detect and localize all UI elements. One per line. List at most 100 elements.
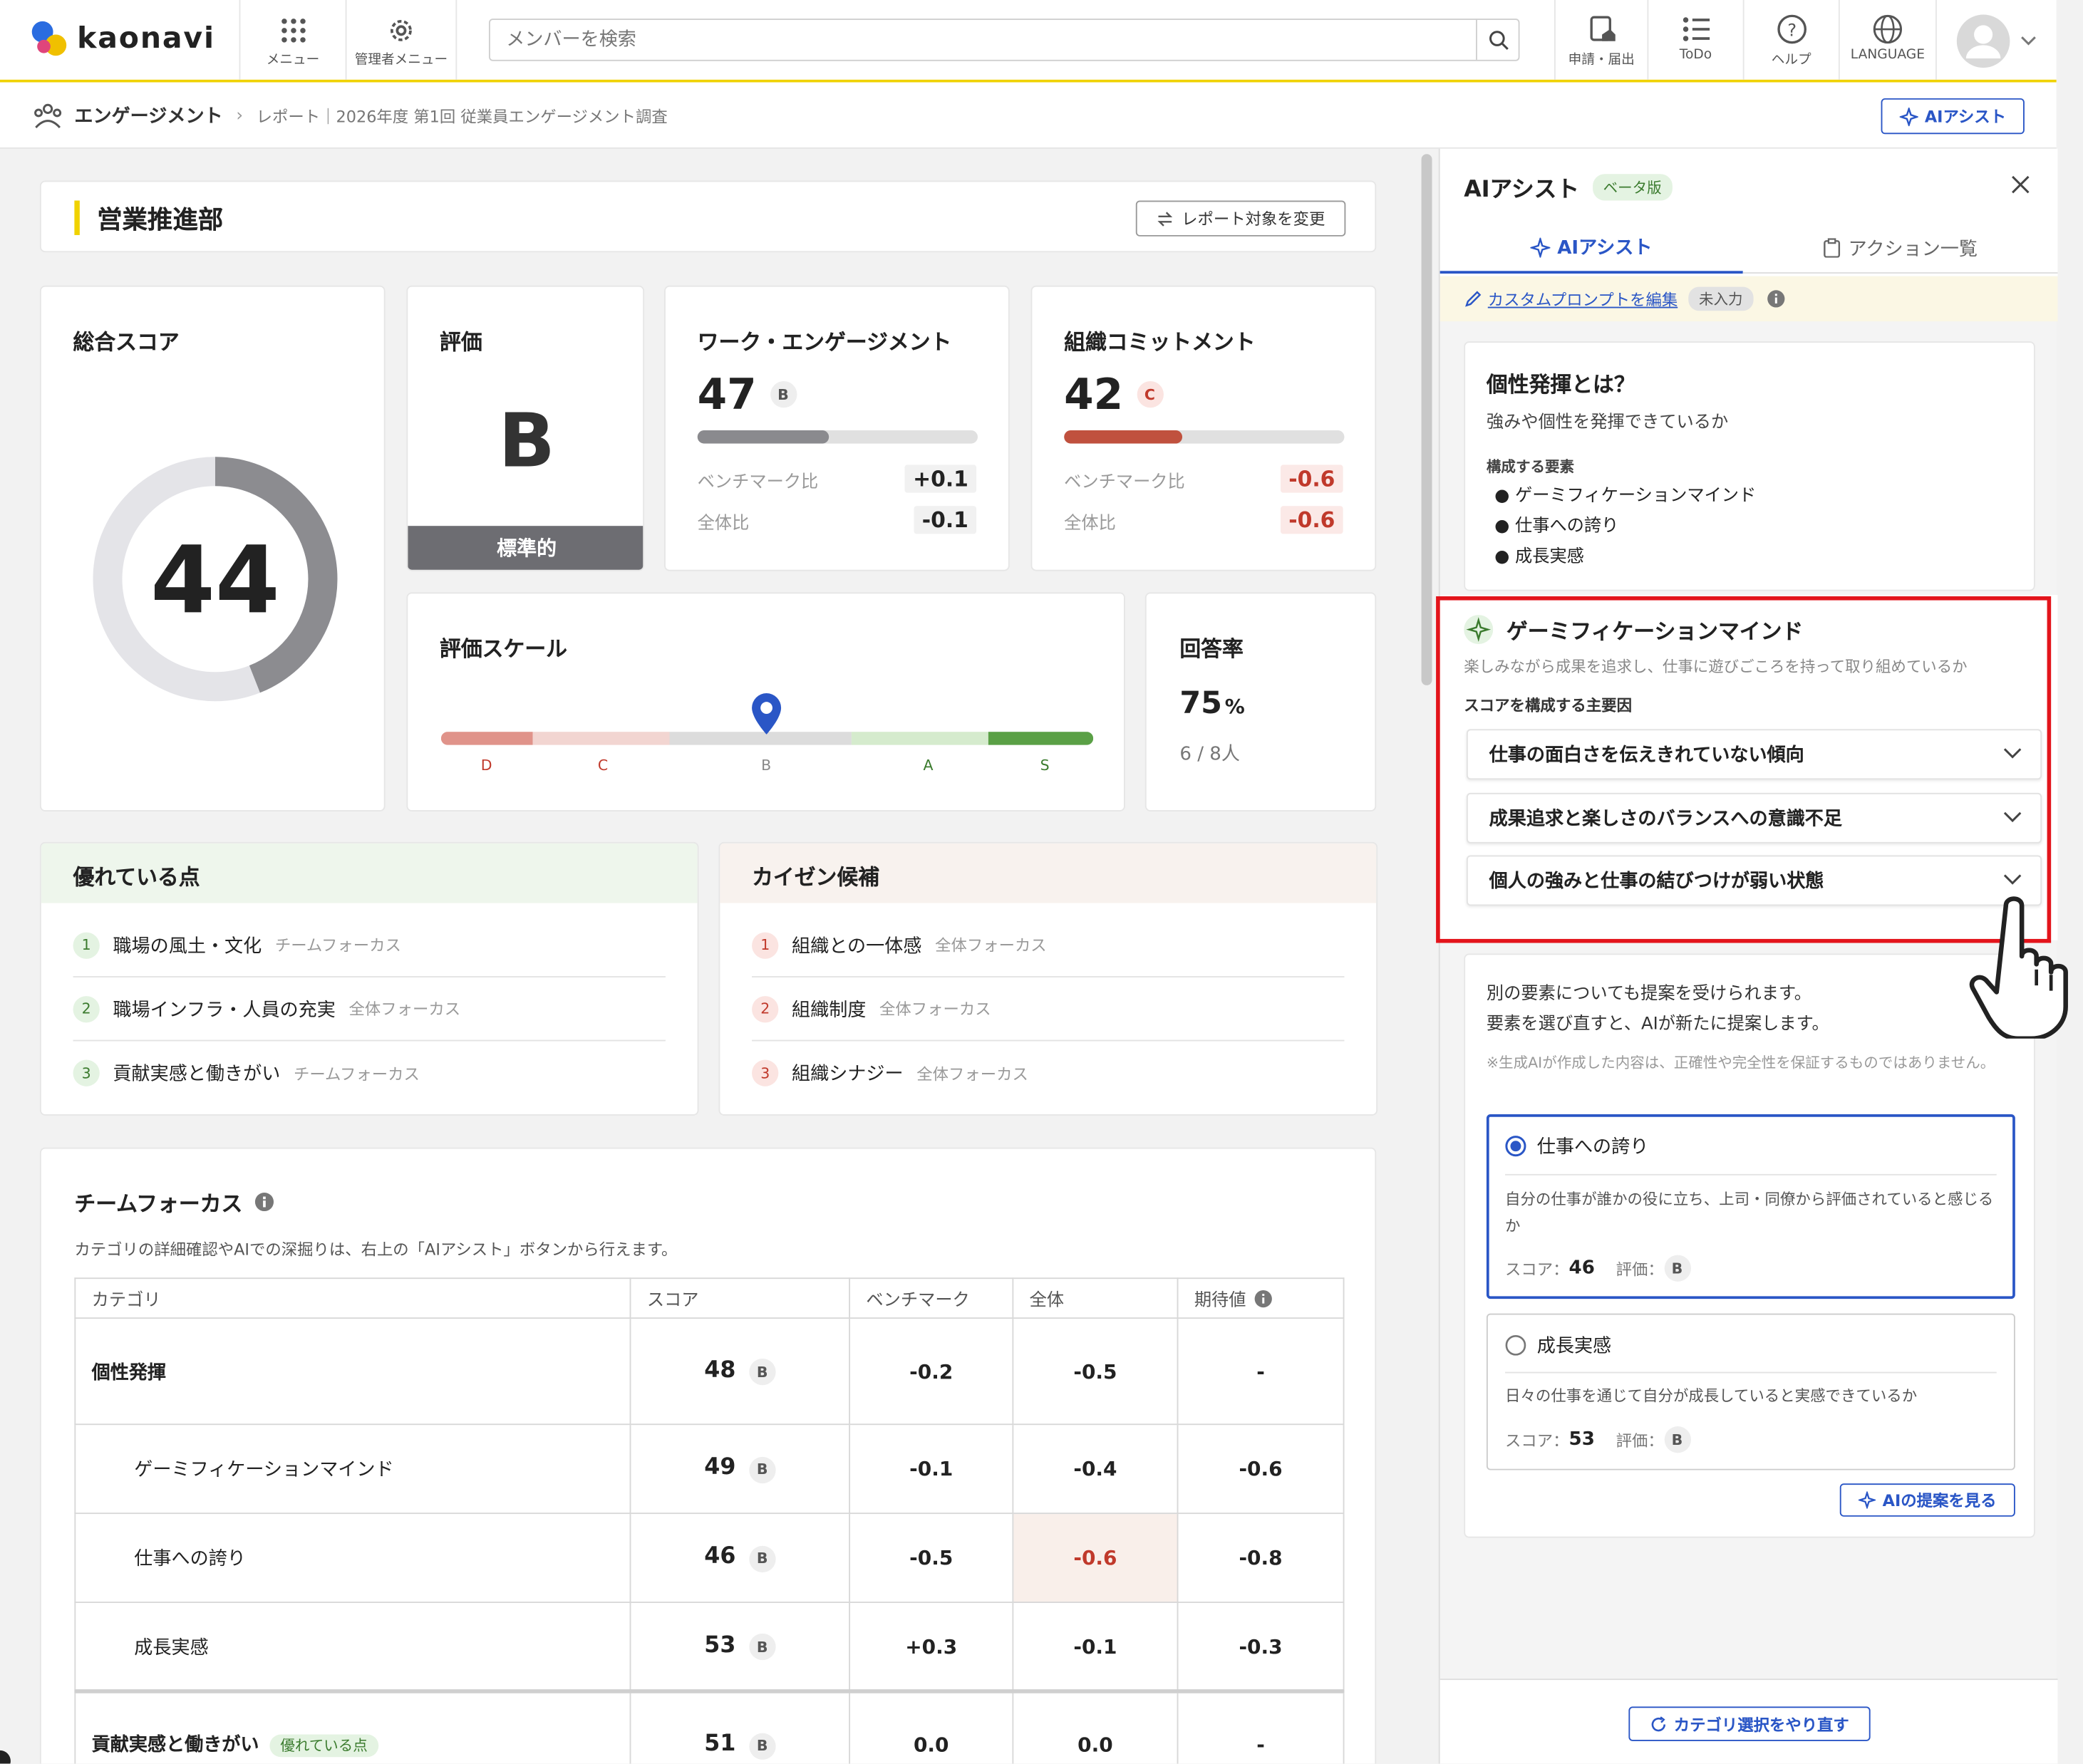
table-row[interactable]: 貢献実感と働きがい 優れている点 51 B 0.0 0.0 - bbox=[74, 1690, 1345, 1764]
grid-icon bbox=[281, 19, 305, 43]
tab-actions[interactable]: アクション一覧 bbox=[1742, 223, 2058, 274]
score-cell: 51 B bbox=[629, 1690, 851, 1764]
overall-cell: -0.5 bbox=[1012, 1317, 1179, 1426]
main-scrollbar[interactable] bbox=[1421, 154, 1432, 685]
todo-button[interactable]: ToDo bbox=[1647, 0, 1742, 80]
scale-label-b: B bbox=[761, 757, 772, 774]
score-value: 53 bbox=[704, 1631, 736, 1659]
clipboard-icon bbox=[1824, 238, 1841, 258]
improvements-title: カイゼン候補 bbox=[752, 864, 880, 890]
score-cell: 49 B bbox=[629, 1423, 851, 1515]
oc-grade: C bbox=[1136, 380, 1164, 408]
ai-panel-header: AIアシスト ベータ版 AIアシスト アクション一覧 bbox=[1440, 148, 2058, 276]
total-score-title: 総合スコア bbox=[73, 329, 180, 355]
close-icon[interactable] bbox=[2011, 175, 2030, 194]
category-cell: ゲーミフィケーションマインド bbox=[74, 1423, 631, 1515]
strength-item[interactable]: 3 貢献実感と働きがい チームフォーカス bbox=[73, 1041, 666, 1104]
admin-menu-button[interactable]: 管理者メニュー bbox=[345, 0, 458, 80]
custom-prompt-status: 未入力 bbox=[1688, 286, 1754, 311]
table-row[interactable]: 個性発揮 48 B -0.2 -0.5 - bbox=[74, 1317, 1345, 1426]
search-input[interactable] bbox=[490, 29, 1477, 51]
language-button[interactable]: LANGUAGE bbox=[1838, 0, 1937, 80]
focus-tag: チームフォーカス bbox=[293, 1064, 420, 1084]
logo[interactable]: kaonavi bbox=[29, 19, 215, 58]
strength-label: 職場の風土・文化 bbox=[113, 935, 262, 958]
about-desc: 強みや個性を発揮できているか bbox=[1486, 413, 1729, 433]
custom-prompt-bar: カスタムプロンプトを編集 未入力 bbox=[1440, 276, 2058, 322]
table-row[interactable]: ゲーミフィケーションマインド 49 B -0.1 -0.4 -0.6 bbox=[74, 1423, 1345, 1515]
table-row[interactable]: 成長実感 53 B +0.3 -0.1 -0.3 bbox=[74, 1602, 1345, 1692]
menu-button[interactable]: メニュー bbox=[239, 0, 346, 80]
info-icon[interactable] bbox=[1767, 289, 1785, 308]
apply-label: 申請・届出 bbox=[1568, 53, 1635, 68]
people-icon bbox=[34, 103, 62, 128]
swap-icon bbox=[1158, 211, 1174, 226]
admin-menu-label: 管理者メニュー bbox=[354, 53, 448, 68]
col-score: スコア bbox=[629, 1277, 851, 1319]
hand-cursor-icon bbox=[1969, 896, 2068, 1039]
score-cell: 53 B bbox=[629, 1602, 851, 1692]
help-button[interactable]: ? ヘルプ bbox=[1742, 0, 1839, 80]
strength-label: 貢献実感と働きがい bbox=[113, 1064, 281, 1085]
improvement-item[interactable]: 2 組織制度 全体フォーカス bbox=[752, 977, 1345, 1042]
team-focus-title: チームフォーカス bbox=[74, 1191, 243, 1217]
ai-assist-button[interactable]: AIアシスト bbox=[1881, 98, 2025, 135]
we-overall-label: 全体比 bbox=[697, 514, 750, 534]
overall-cell: -0.6 bbox=[1012, 1513, 1179, 1603]
rating-label: 標準的 bbox=[408, 526, 643, 570]
improvement-item[interactable]: 3 組織シナジー 全体フォーカス bbox=[752, 1041, 1344, 1104]
tab-ai-assist[interactable]: AIアシスト bbox=[1440, 223, 1743, 274]
work-engagement-card: ワーク・エンゲージメント 47 B ベンチマーク比 +0.1 全体比 -0.1 bbox=[664, 285, 1010, 571]
option-grade-label: 評価： bbox=[1616, 1431, 1664, 1450]
score-value: 46 bbox=[704, 1543, 736, 1570]
org-commitment-card: 組織コミットメント 42 C ベンチマーク比 -0.6 全体比 -0.6 bbox=[1030, 285, 1377, 571]
strength-item[interactable]: 2 職場インフラ・人員の充実 全体フォーカス bbox=[73, 977, 666, 1042]
option-desc: 日々の仕事を通じて自分が成長していると実感できているか bbox=[1505, 1386, 1918, 1406]
focus-tag: 全体フォーカス bbox=[879, 1000, 991, 1019]
category-cell: 仕事への誇り bbox=[74, 1513, 631, 1603]
option-card-selected[interactable]: 仕事への誇り 自分の仕事が誰かの役に立ち、上司・同僚から評価されていると感じるか… bbox=[1486, 1114, 2015, 1299]
overall-cell: -0.4 bbox=[1012, 1423, 1179, 1515]
oc-progress-track bbox=[1064, 430, 1345, 444]
strength-item[interactable]: 1 職場の風土・文化 チームフォーカス bbox=[73, 914, 666, 977]
expected-cell: - bbox=[1177, 1317, 1345, 1426]
department-header: 営業推進部 レポート対象を変更 bbox=[39, 180, 1377, 253]
breadcrumb-section[interactable]: エンゲージメント bbox=[74, 103, 222, 129]
change-target-button[interactable]: レポート対象を変更 bbox=[1135, 200, 1346, 237]
option-divider bbox=[1505, 1173, 1997, 1176]
improvement-item[interactable]: 1 組織との一体感 全体フォーカス bbox=[752, 914, 1345, 977]
ai-panel-title: AIアシスト bbox=[1464, 176, 1580, 204]
category-label: 貢献実感と働きがい bbox=[91, 1734, 259, 1756]
we-score: 47 bbox=[697, 369, 757, 420]
option-card[interactable]: 成長実感 日々の仕事を通じて自分が成長していると実感できているか スコア： 53… bbox=[1486, 1313, 2015, 1470]
user-menu[interactable] bbox=[1955, 14, 2038, 69]
suggestion-card: 別の要素についても提案を受けられます。 要素を選び直すと、AIが新たに提案します… bbox=[1464, 953, 2035, 1538]
radio-unselected[interactable] bbox=[1505, 1334, 1526, 1356]
scale-label-a: A bbox=[923, 757, 934, 774]
strengths-header: 優れている点 bbox=[41, 843, 698, 903]
component-item: ● 仕事への誇り bbox=[1494, 517, 1619, 537]
apply-button[interactable]: 申請・届出 bbox=[1554, 0, 1647, 80]
rank-badge: 2 bbox=[73, 995, 100, 1022]
info-icon[interactable] bbox=[253, 1191, 274, 1213]
option-score-row: スコア： 53 評価： B bbox=[1505, 1426, 1691, 1453]
info-icon[interactable] bbox=[1254, 1290, 1273, 1308]
total-score-card: 総合スコア 44 bbox=[39, 285, 386, 811]
rating-title: 評価 bbox=[440, 329, 482, 355]
table-row[interactable]: 仕事への誇り 46 B -0.5 -0.6 -0.8 bbox=[74, 1513, 1345, 1603]
score-cell: 48 B bbox=[629, 1317, 851, 1426]
search-button[interactable] bbox=[1476, 19, 1519, 60]
custom-prompt-link[interactable]: カスタムプロンプトを編集 bbox=[1488, 288, 1678, 311]
we-title: ワーク・エンゲージメント bbox=[697, 329, 952, 355]
bench-cell: 0.0 bbox=[849, 1690, 1014, 1764]
see-suggestion-label: AIの提案を見る bbox=[1882, 1491, 1997, 1510]
redo-category-button[interactable]: カテゴリ選択をやり直す bbox=[1628, 1706, 1871, 1741]
see-suggestion-button[interactable]: AIの提案を見る bbox=[1839, 1483, 2015, 1517]
tab-actions-label: アクション一覧 bbox=[1848, 238, 1978, 260]
strength-label: 職場インフラ・人員の充実 bbox=[113, 999, 336, 1021]
expected-cell: - bbox=[1177, 1690, 1345, 1764]
improvements-header: カイゼン候補 bbox=[720, 843, 1377, 903]
grade-chip: B bbox=[749, 1545, 776, 1572]
radio-selected[interactable] bbox=[1505, 1136, 1526, 1157]
strength-tag: 優れている点 bbox=[269, 1734, 378, 1758]
